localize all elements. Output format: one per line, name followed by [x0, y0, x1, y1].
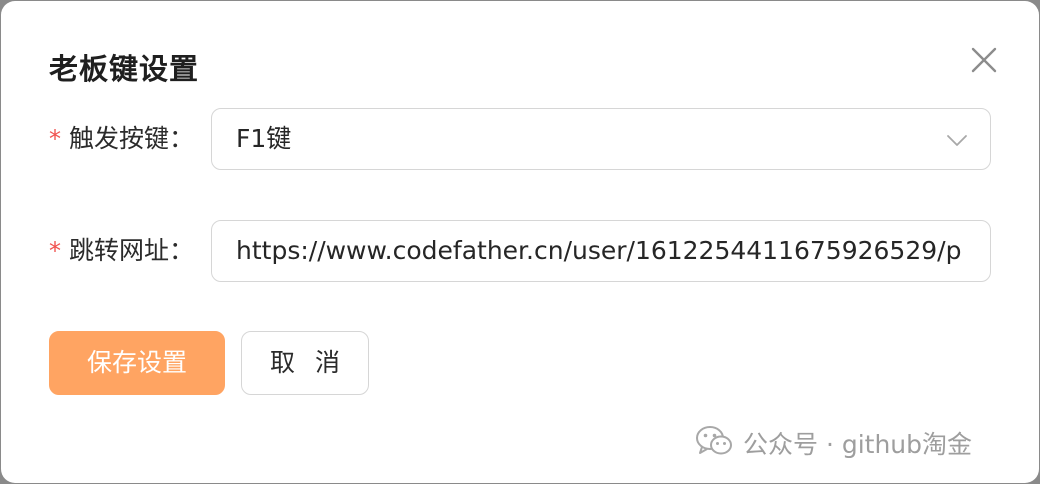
redirect-url-input[interactable]: https://www.codefather.cn/user/161225441… — [211, 220, 991, 282]
required-mark: * — [49, 125, 61, 153]
trigger-key-label-text: 触发按键： — [69, 124, 195, 153]
watermark-text: 公众号 · github淘金 — [743, 430, 973, 459]
wechat-icon — [695, 424, 733, 462]
trigger-key-value: F1键 — [236, 124, 292, 153]
trigger-key-select[interactable]: F1键 — [211, 108, 991, 170]
redirect-url-value: https://www.codefather.cn/user/161225441… — [236, 236, 962, 265]
redirect-url-label-text: 跳转网址： — [69, 236, 195, 265]
trigger-key-label: * 触发按键： — [49, 108, 194, 170]
dialog-title: 老板键设置 — [49, 52, 200, 86]
close-icon[interactable] — [965, 41, 1003, 79]
boss-key-settings-dialog: 老板键设置 * 触发按键： F1键 * 跳转网址： https://www.code… — [1, 1, 1039, 483]
trigger-key-row: * 触发按键： F1键 — [1, 108, 1039, 170]
redirect-url-label: * 跳转网址： — [49, 220, 194, 282]
redirect-url-row: * 跳转网址： https://www.codefather.cn/user/16… — [1, 220, 1039, 282]
cancel-button[interactable]: 取 消 — [241, 331, 369, 395]
chevron-down-icon — [946, 129, 968, 151]
required-mark: * — [49, 237, 61, 265]
save-settings-button[interactable]: 保存设置 — [49, 331, 225, 395]
watermark: 公众号 · github淘金 — [695, 421, 972, 465]
